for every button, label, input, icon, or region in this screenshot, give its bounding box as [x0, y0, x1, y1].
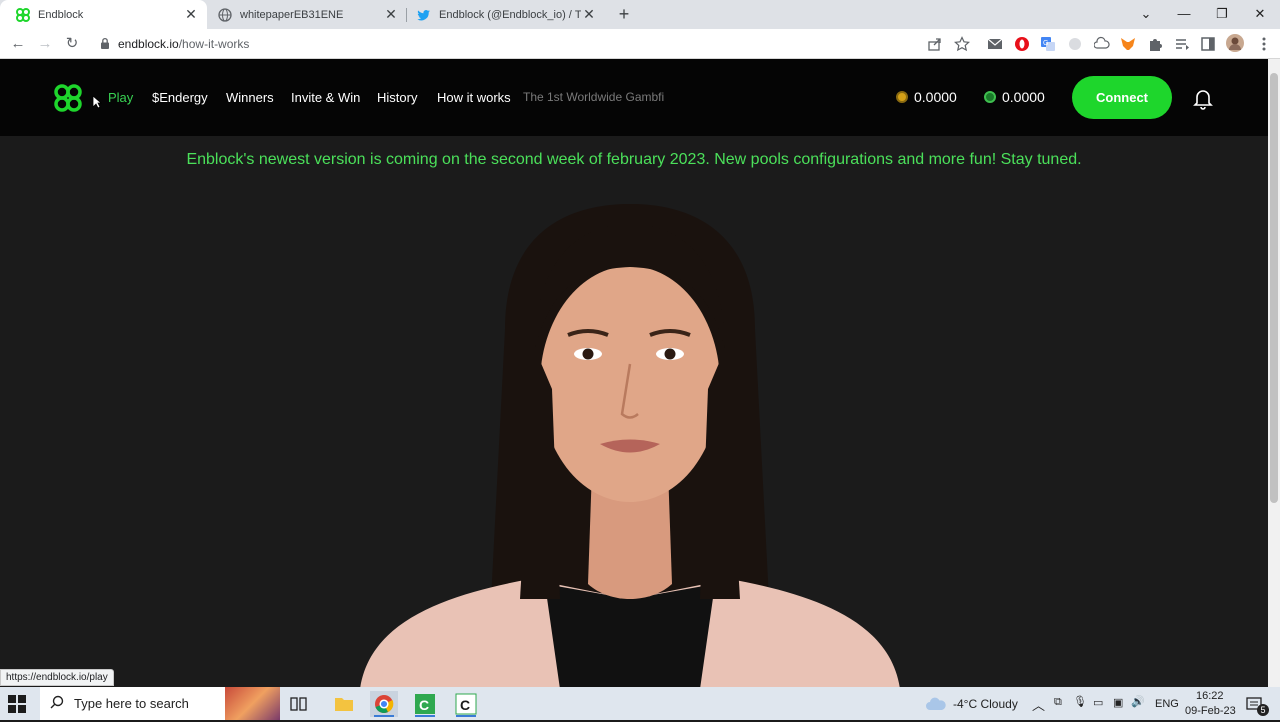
nav-how-it-works[interactable]: How it works — [437, 90, 511, 105]
twitter-bird-icon — [417, 8, 431, 22]
nav-invite-win[interactable]: Invite & Win — [291, 90, 360, 105]
file-explorer-icon[interactable] — [330, 691, 358, 717]
mail-icon[interactable] — [987, 36, 1003, 52]
svg-text:C: C — [460, 697, 470, 713]
announcement-banner: Enblock's newest version is coming on th… — [186, 151, 1082, 168]
extension-ghost-icon[interactable] — [1067, 36, 1083, 52]
endblock-logo-icon[interactable] — [53, 83, 83, 118]
windows-taskbar: Type here to search C C -4°C Cloudy ︿ ⧉ … — [0, 687, 1280, 720]
extension-cloud-icon[interactable] — [1093, 36, 1110, 52]
tab-search-icon[interactable]: ⌄ — [1127, 0, 1165, 29]
battery-icon[interactable]: ▭ — [1093, 696, 1103, 709]
translate-icon[interactable]: G — [1040, 36, 1056, 52]
tray-app-icon[interactable]: ⧉ — [1054, 696, 1062, 709]
green-coin-icon — [984, 91, 996, 103]
restore-icon[interactable]: ❐ — [1203, 0, 1241, 29]
page-scrollbar[interactable] — [1268, 59, 1280, 687]
notification-count-badge: 5 — [1257, 704, 1269, 716]
site-tagline: The 1st Worldwide Gambfi — [523, 90, 665, 104]
url-host: endblock.io — [118, 37, 179, 51]
reading-list-icon[interactable] — [1174, 36, 1190, 52]
tray-chevron-icon[interactable]: ︿ — [1032, 695, 1045, 714]
tab-title: Endblock — [38, 8, 84, 21]
connect-wallet-button[interactable]: Connect — [1072, 76, 1172, 119]
green-balance-value: 0.0000 — [1002, 89, 1045, 105]
new-tab-button[interactable]: + — [614, 4, 634, 24]
minimize-icon[interactable]: — — [1165, 0, 1203, 29]
search-highlight-image — [225, 687, 280, 720]
url-text: endblock.io/how-it-works — [118, 37, 249, 51]
bell-icon[interactable] — [1193, 88, 1213, 110]
chrome-taskbar-icon[interactable] — [370, 691, 398, 717]
microphone-icon[interactable]: 🎙 — [1073, 695, 1087, 708]
scrollbar-thumb[interactable] — [1270, 73, 1278, 503]
close-tab-icon[interactable]: ✕ — [183, 6, 199, 23]
browser-toolbar: ← → ↻ endblock.io/how-it-works G — [0, 29, 1280, 59]
reload-icon[interactable]: ↻ — [62, 34, 82, 54]
nav-play[interactable]: Play — [108, 90, 133, 105]
nav-endergy[interactable]: $Endergy — [152, 90, 208, 105]
tab-title: Endblock (@Endblock_io) / Твиттер — [439, 8, 581, 21]
gold-balance-value: 0.0000 — [914, 89, 957, 105]
bookmark-star-icon[interactable] — [954, 36, 970, 52]
site-header: Play $Endergy Winners Invite & Win Histo… — [0, 59, 1268, 136]
nav-history[interactable]: History — [377, 90, 417, 105]
task-view-icon[interactable] — [290, 695, 308, 713]
clock-date[interactable]: 09-Feb-23 — [1185, 705, 1236, 717]
tab-endblock[interactable]: Endblock ✕ — [0, 0, 207, 29]
clock-time[interactable]: 16:22 — [1196, 690, 1224, 702]
svg-text:G: G — [1043, 40, 1048, 47]
presenter-video — [360, 204, 900, 687]
close-tab-icon[interactable]: ✕ — [383, 6, 399, 23]
taskbar-search-input[interactable]: Type here to search — [40, 687, 280, 720]
share-icon[interactable] — [927, 36, 943, 52]
side-panel-icon[interactable] — [1200, 36, 1216, 52]
green-balance: 0.0000 — [984, 89, 1045, 105]
extensions-puzzle-icon[interactable] — [1147, 36, 1163, 52]
tab-title: whitepaperEB31ENE — [240, 8, 344, 21]
mouse-cursor-icon — [92, 95, 103, 114]
gold-balance: 0.0000 — [896, 89, 957, 105]
svg-text:C: C — [419, 697, 429, 713]
endblock-logo-icon — [16, 7, 30, 22]
back-icon[interactable]: ← — [8, 34, 28, 54]
gold-coin-icon — [896, 91, 908, 103]
status-bar-url: https://endblock.io/play — [0, 669, 114, 686]
close-tab-icon[interactable]: ✕ — [581, 6, 597, 23]
volume-icon[interactable]: 🔊 — [1131, 695, 1145, 708]
endblock-page: Play $Endergy Winners Invite & Win Histo… — [0, 59, 1268, 687]
search-placeholder: Type here to search — [74, 696, 189, 711]
tab-twitter[interactable]: Endblock (@Endblock_io) / Твиттер ✕ — [407, 0, 603, 29]
weather-text[interactable]: -4°C Cloudy — [953, 697, 1018, 711]
url-path: /how-it-works — [178, 37, 250, 51]
weather-cloud-icon[interactable] — [926, 697, 946, 716]
address-bar[interactable]: endblock.io/how-it-works — [92, 32, 982, 56]
language-indicator[interactable]: ENG — [1155, 698, 1179, 710]
profile-avatar[interactable] — [1226, 34, 1244, 52]
network-icon[interactable]: ▣ — [1113, 696, 1123, 709]
search-icon — [50, 695, 64, 712]
metamask-fox-icon[interactable] — [1120, 36, 1136, 52]
globe-icon — [218, 7, 232, 22]
windows-start-icon[interactable] — [8, 695, 26, 713]
forward-icon[interactable]: → — [35, 34, 55, 54]
opera-icon[interactable] — [1014, 36, 1030, 52]
tab-strip: Endblock ✕ whitepaperEB31ENE ✕ Endblock … — [0, 0, 1280, 29]
camtasia-recorder-icon[interactable]: C — [452, 691, 480, 717]
tab-whitepaper[interactable]: whitepaperEB31ENE ✕ — [208, 0, 405, 29]
camtasia-icon[interactable]: C — [411, 691, 439, 717]
close-window-icon[interactable]: ✕ — [1241, 0, 1279, 29]
lock-icon[interactable] — [100, 37, 110, 55]
nav-winners[interactable]: Winners — [226, 90, 274, 105]
chrome-menu-icon[interactable] — [1256, 36, 1272, 52]
